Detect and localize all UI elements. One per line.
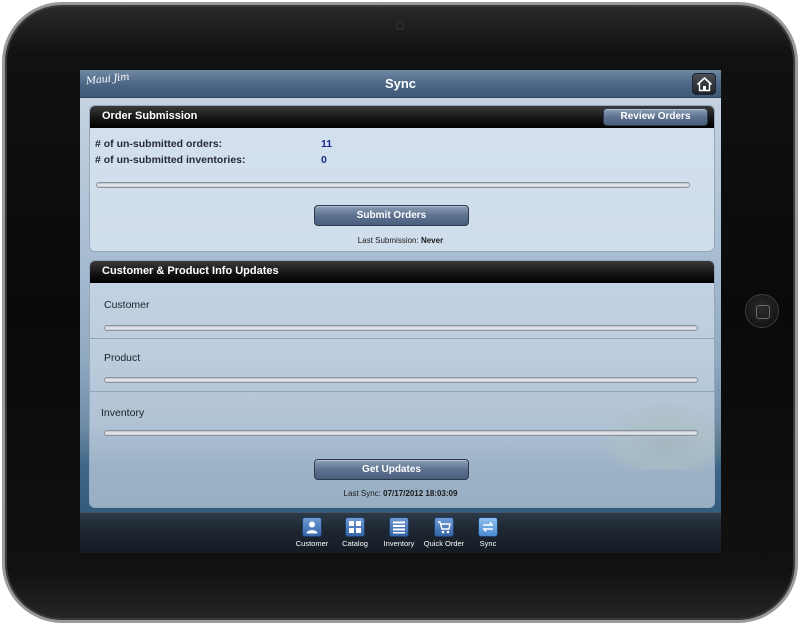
section-divider: [89, 391, 715, 392]
camera-lens: [396, 22, 404, 30]
last-sync-label: Last Sync:: [343, 489, 381, 498]
unsubmitted-orders-label: # of un-submitted orders:: [95, 138, 223, 150]
order-submission-header: Order Submission Review Orders: [90, 106, 714, 128]
order-submission-heading: Order Submission: [102, 110, 198, 122]
updates-heading: Customer & Product Info Updates: [102, 265, 279, 277]
last-submission-label: Last Submission:: [357, 236, 419, 245]
submission-progress-bar: [96, 182, 690, 188]
bottom-tab-bar: Customer Catalog Inventory Quick Order S…: [80, 512, 721, 553]
customer-section-label: Customer: [104, 299, 150, 311]
grid-icon: [345, 517, 365, 537]
last-sync-caption: Last Sync: 07/17/2012 18:03:09: [80, 489, 721, 498]
tab-sync-label: Sync: [479, 539, 497, 548]
get-updates-button[interactable]: Get Updates: [314, 459, 469, 480]
tab-sync[interactable]: Sync: [460, 516, 516, 552]
hardware-home-button[interactable]: [745, 294, 779, 328]
inventory-progress-bar: [104, 430, 698, 436]
title-bar: Maui Jim Sync: [80, 70, 721, 98]
home-icon: [696, 76, 713, 92]
unsubmitted-inventories-value: 0: [321, 154, 327, 166]
app-screen: Maui Jim Sync Order Submission Review Or…: [80, 70, 721, 553]
product-section-label: Product: [104, 352, 141, 364]
review-orders-button[interactable]: Review Orders: [603, 108, 708, 126]
product-progress-bar: [104, 377, 698, 383]
unsubmitted-inventories-label: # of un-submitted inventories:: [95, 154, 246, 166]
unsubmitted-orders-value: 11: [321, 138, 333, 150]
section-divider: [89, 338, 715, 339]
order-submission-panel: Order Submission Review Orders: [89, 105, 715, 252]
person-icon: [302, 517, 322, 537]
updates-header: Customer & Product Info Updates: [90, 261, 714, 283]
last-submission-caption: Last Submission: Never: [80, 236, 721, 245]
home-button[interactable]: [692, 73, 716, 95]
last-sync-value: 07/17/2012 18:03:09: [383, 489, 458, 498]
sync-icon: [478, 517, 498, 537]
list-icon: [389, 517, 409, 537]
last-submission-value: Never: [420, 236, 444, 245]
customer-progress-bar: [104, 325, 698, 331]
submit-orders-button[interactable]: Submit Orders: [314, 205, 469, 226]
page-title: Sync: [384, 76, 417, 91]
inventory-section-label: Inventory: [101, 407, 145, 419]
cart-icon: [434, 517, 454, 537]
